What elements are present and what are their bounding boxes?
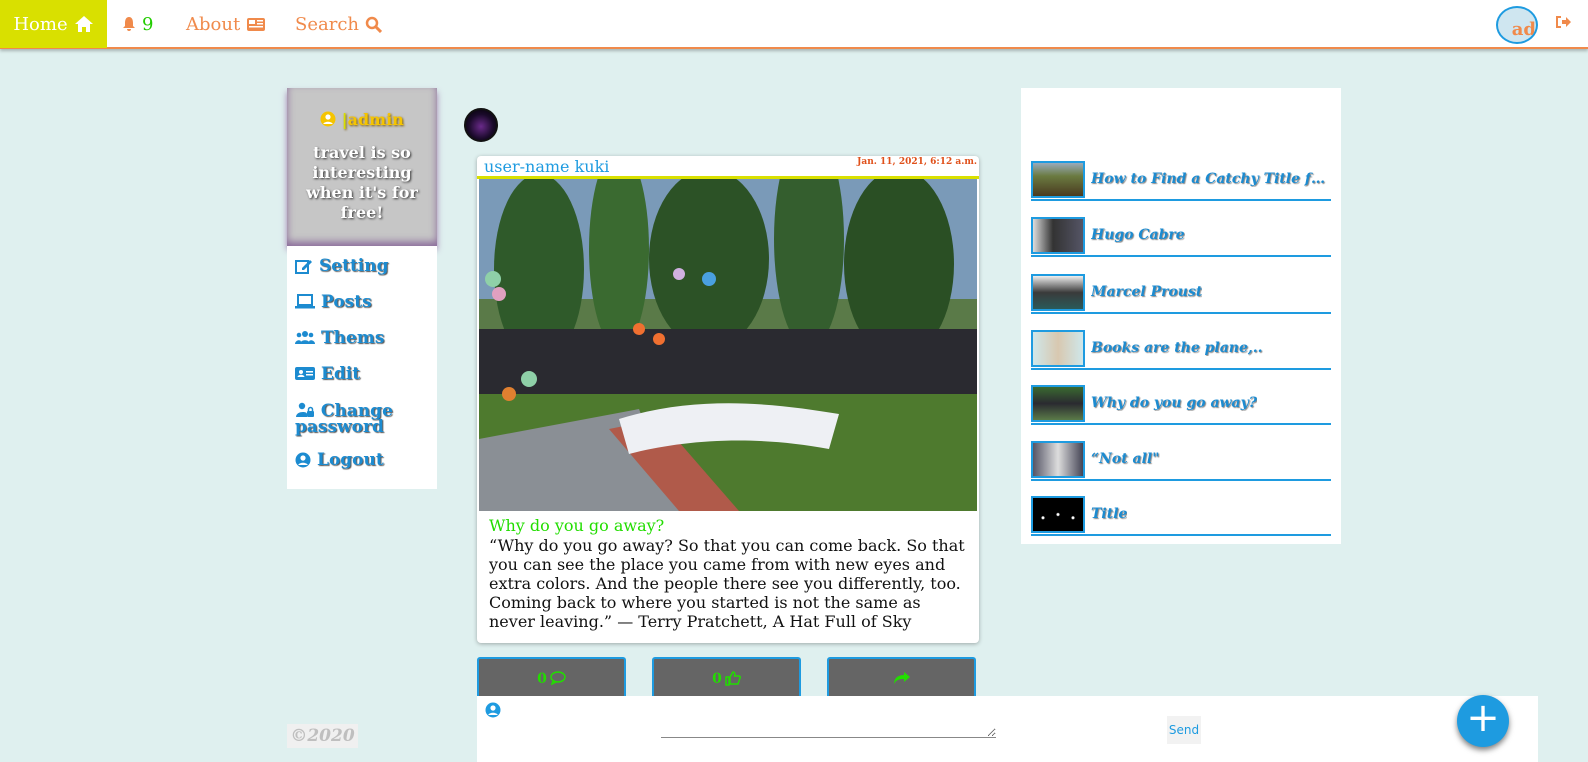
notifications-count: 9: [142, 13, 154, 35]
home-icon: [74, 16, 93, 32]
sidebar-item-label: Edit: [321, 364, 361, 384]
profile-bio: travel is so interesting when it's for f…: [306, 143, 418, 222]
likes-count: 0: [712, 671, 722, 687]
sidebar-menu: Setting Posts Thems Edit Change password…: [287, 246, 437, 489]
add-post-button[interactable]: +: [1457, 695, 1509, 747]
sidebar-item-label: Posts: [321, 292, 372, 312]
sidebar-item-edit[interactable]: Edit: [295, 364, 361, 384]
nav-search-link[interactable]: Search: [295, 0, 382, 48]
sidebar-item-logout[interactable]: Logout: [295, 450, 384, 470]
recent-post-item[interactable]: How to Find a Catchy Title for ...: [1031, 159, 1331, 201]
recent-post-item[interactable]: “Not all": [1031, 439, 1331, 481]
logout-nav-button[interactable]: [1554, 14, 1572, 35]
sidebar-item-label: Logout: [317, 450, 384, 470]
newspaper-icon: [247, 17, 266, 31]
post-title: Why do you go away?: [489, 516, 665, 535]
nav-home-link[interactable]: Home: [0, 0, 107, 48]
recent-post-thumbnail: [1031, 273, 1085, 311]
recent-post-title: Marcel Proust: [1091, 284, 1203, 300]
comments-count: 0: [537, 671, 547, 687]
recent-post-item[interactable]: Hugo Cabre: [1031, 215, 1331, 257]
recent-post-title: Title: [1091, 506, 1128, 522]
users-icon: [295, 331, 315, 344]
post-author-name[interactable]: user-name kuki: [484, 157, 609, 176]
send-button[interactable]: Send: [1167, 716, 1201, 744]
post-date: Jan. 11, 2021, 6:12 a.m.: [857, 157, 977, 167]
recent-post-thumbnail: [1031, 329, 1085, 367]
recent-post-title: Books are the plane,..: [1091, 340, 1263, 356]
recent-post-thumbnail: [1031, 216, 1085, 254]
copyright-text: ©2020: [287, 724, 358, 748]
recent-post-item[interactable]: Title: [1031, 494, 1331, 536]
user-circle-icon: [485, 702, 501, 718]
recent-post-title: How to Find a Catchy Title for ...: [1091, 171, 1331, 187]
recent-post-item[interactable]: Books are the plane,..: [1031, 328, 1331, 370]
recent-post-item[interactable]: Why do you go away?: [1031, 383, 1331, 425]
recent-post-title: Why do you go away?: [1091, 395, 1257, 411]
profile-card: |admin travel is so interesting when it'…: [287, 88, 437, 246]
recent-post-thumbnail: [1031, 160, 1085, 198]
recent-post-title: Hugo Cabre: [1091, 227, 1185, 243]
post-image[interactable]: [479, 179, 977, 511]
user-circle-icon: [295, 452, 311, 468]
sidebar-item-thems[interactable]: Thems: [295, 328, 385, 348]
edit-icon: [295, 260, 312, 274]
post-body: “Why do you go away? So that you can com…: [489, 536, 965, 631]
top-navbar: Home 9 About Search ad: [0, 0, 1588, 49]
id-card-icon: [295, 367, 315, 380]
recent-post-thumbnail: [1031, 495, 1085, 533]
nav-notifications[interactable]: 9: [122, 0, 153, 48]
profile-username: admin: [347, 110, 404, 129]
comment-box: Send: [477, 696, 1538, 762]
post-card: user-name kuki Jan. 11, 2021, 6:12 a.m. …: [477, 156, 979, 643]
sign-out-icon: [1556, 16, 1571, 28]
nav-home-label: Home: [13, 13, 68, 35]
nav-search-label: Search: [295, 13, 359, 35]
user-circle-icon: [320, 111, 336, 127]
avatar-initials: ad: [1511, 19, 1536, 40]
share-button[interactable]: [827, 657, 976, 697]
comment-input[interactable]: [661, 714, 996, 738]
sidebar-item-label: Thems: [321, 328, 385, 348]
sidebar-item-setting[interactable]: Setting: [295, 256, 389, 276]
thumbs-up-icon: [725, 671, 741, 686]
recent-post-title: “Not all": [1091, 451, 1160, 467]
post-author-avatar[interactable]: [464, 108, 498, 142]
search-icon: [365, 16, 382, 33]
user-avatar[interactable]: ad: [1496, 6, 1538, 44]
recent-post-item[interactable]: Marcel Proust: [1031, 272, 1331, 314]
laptop-icon: [295, 294, 315, 309]
sidebar-item-label: Setting: [319, 256, 389, 276]
group-photo: [479, 179, 977, 511]
share-icon: [893, 672, 910, 684]
comment-button[interactable]: 0: [477, 657, 626, 697]
sidebar-item-posts[interactable]: Posts: [295, 292, 372, 312]
like-button[interactable]: 0: [652, 657, 801, 697]
plus-icon: +: [1466, 695, 1500, 741]
recent-post-thumbnail: [1031, 440, 1085, 478]
user-lock-icon: [296, 402, 314, 417]
recent-posts-panel: How to Find a Catchy Title for ... Hugo …: [1021, 88, 1341, 544]
nav-about-link[interactable]: About: [186, 0, 266, 48]
profile-username-row: |admin: [287, 110, 437, 129]
nav-about-label: About: [186, 13, 241, 35]
comment-icon: [550, 671, 566, 685]
recent-post-thumbnail: [1031, 384, 1085, 422]
bell-icon: [123, 17, 135, 31]
sidebar-item-change-password[interactable]: Change password: [295, 402, 415, 436]
